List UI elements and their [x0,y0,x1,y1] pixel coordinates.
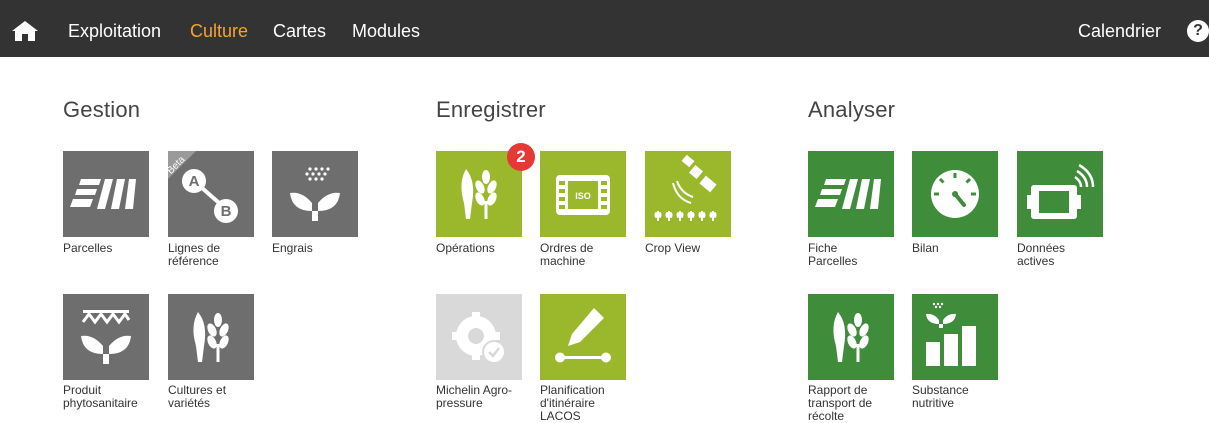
tile-label-donnees: Données actives [1017,242,1107,268]
label-line: référence [168,254,219,268]
route-planning-icon [555,308,611,363]
tire-pressure-icon [452,312,506,364]
tile-michelin-agro-pressure [436,294,522,380]
parcels-icon [70,179,136,209]
tile-label-michelin: Michelin Agro- pressure [436,384,526,410]
label-line: Parcelles [808,254,858,268]
tile-label-planification: Planification d'itinéraire LACOS [540,384,630,423]
label-line: pressure [436,396,483,410]
nav-modules[interactable]: Modules [352,21,420,42]
tile-donnees-actives[interactable] [1017,151,1103,237]
label-line: actives [1017,254,1055,268]
tile-rapport-transport[interactable] [808,294,894,380]
parcels-icon [815,179,881,209]
nav-exploitation[interactable]: Exploitation [68,21,161,42]
notification-badge: 2 [507,143,535,171]
tile-label-engrais: Engrais [272,241,313,255]
tile-bilan[interactable] [912,151,998,237]
tile-produit-phytosanitaire[interactable] [63,294,149,380]
tile-substance-nutritive[interactable] [912,294,998,380]
tile-parcelles[interactable] [63,151,149,237]
tile-label-cultures: Cultures et variétés [168,384,258,410]
label-line: machine [540,254,586,268]
svg-text:A: A [189,173,200,190]
label-line: phytosanitaire [63,396,138,410]
section-title-enregistrer: Enregistrer [436,97,546,122]
fertilizer-icon [290,167,340,221]
section-title-analyser: Analyser [808,97,896,122]
label-line: nutritive [912,396,955,410]
tile-fiche-parcelles[interactable] [808,151,894,237]
tile-label-parcelles: Parcelles [63,241,113,255]
satellite-icon [654,154,717,221]
home-icon[interactable] [12,21,38,41]
tile-label-phyto: Produit phytosanitaire [63,384,153,410]
tile-label-substance: Substance nutritive [912,384,1002,410]
nav-culture[interactable]: Culture [190,21,248,42]
tile-cultures-et-varietes[interactable] [168,294,254,380]
tile-ordres-de-machine[interactable]: ISO [540,151,626,237]
nav-calendar[interactable]: Calendrier [1078,21,1161,42]
active-data-icon [1027,163,1095,219]
nutrient-chart-icon [926,302,976,366]
label-line: récolte [808,409,845,423]
iso-terminal-icon: ISO [556,175,610,215]
tile-label-ordres: Ordres de machine [540,242,630,268]
svg-text:B: B [221,203,232,220]
tile-crop-view[interactable] [645,151,731,237]
tile-label-bilan: Bilan [912,241,939,255]
tile-label-lignes: Lignes de référence [168,242,258,268]
tile-label-fiche: Fiche Parcelles [808,242,898,268]
label-line: variétés [168,396,211,410]
tile-engrais[interactable] [272,151,358,237]
section-title-gestion: Gestion [63,97,141,122]
tile-lignes-de-reference[interactable]: A B Beta [165,151,254,237]
nav-cartes[interactable]: Cartes [273,21,326,42]
crops-icon [193,312,229,362]
tile-label-rapport: Rapport de transport de récolte [808,384,898,423]
tile-planification-itineraire[interactable] [540,294,626,380]
help-icon[interactable]: ? [1187,20,1209,42]
crops-icon [833,312,869,362]
tile-label-crop-view: Crop View [645,241,701,255]
tile-label-operations: Opérations [436,241,495,255]
top-navigation-bar: Exploitation Culture Cartes Modules Cale… [0,0,1209,57]
svg-text:ISO: ISO [575,191,591,201]
label-line: LACOS [540,409,581,423]
gauge-icon [931,170,979,218]
plant-protection-icon [81,310,131,364]
